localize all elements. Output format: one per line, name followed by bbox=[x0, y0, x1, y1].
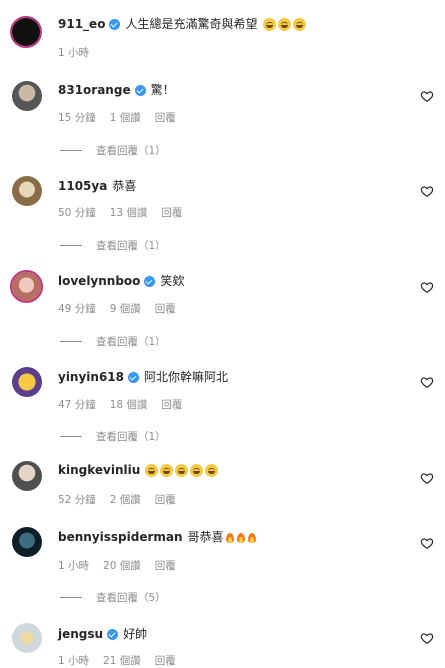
divider bbox=[60, 436, 82, 437]
comment-username[interactable]: 1105ya bbox=[58, 178, 107, 194]
avatar[interactable] bbox=[12, 81, 42, 111]
comment-text: 哥恭喜 bbox=[187, 530, 224, 544]
comment-text: 驚！ bbox=[150, 83, 175, 97]
grinning-sweat-emoji-icon bbox=[145, 463, 159, 477]
comment-emojis bbox=[145, 463, 220, 477]
comment-time: 49 分鐘 bbox=[58, 303, 96, 315]
reply-button[interactable]: 回覆 bbox=[161, 205, 182, 220]
verified-badge-icon bbox=[109, 18, 121, 30]
comment-time: 1 小時 bbox=[58, 560, 90, 572]
comment-likes[interactable]: 1 個讚 bbox=[110, 110, 141, 125]
fire-emoji-icon bbox=[236, 531, 246, 544]
comment-likes[interactable]: 18 個讚 bbox=[110, 397, 148, 412]
view-replies-button[interactable]: 查看回覆（1） bbox=[60, 238, 166, 253]
avatar[interactable] bbox=[12, 461, 42, 491]
caption-emojis bbox=[263, 17, 308, 31]
divider bbox=[60, 597, 82, 598]
comment-text: 好帥 bbox=[123, 627, 148, 641]
comment-username[interactable]: kingkevinliu bbox=[58, 462, 140, 478]
avatar[interactable] bbox=[12, 176, 42, 206]
fire-emoji-icon bbox=[225, 531, 235, 544]
grinning-sweat-emoji-icon bbox=[293, 17, 307, 31]
avatar[interactable] bbox=[12, 623, 42, 653]
comment-username[interactable]: lovelynnboo bbox=[58, 273, 140, 289]
comment-likes[interactable]: 9 個讚 bbox=[110, 301, 141, 316]
divider bbox=[60, 150, 82, 151]
avatar[interactable] bbox=[10, 270, 43, 303]
reply-button[interactable]: 回覆 bbox=[155, 492, 176, 507]
avatar[interactable] bbox=[12, 367, 42, 397]
heart-outline-icon[interactable] bbox=[420, 471, 434, 485]
heart-outline-icon[interactable] bbox=[420, 184, 434, 198]
comment-time: 47 分鐘 bbox=[58, 399, 96, 411]
comment-username[interactable]: bennyisspiderman bbox=[58, 529, 183, 545]
caption-avatar[interactable] bbox=[10, 16, 42, 48]
verified-badge-icon bbox=[107, 628, 119, 640]
heart-outline-icon[interactable] bbox=[420, 89, 434, 103]
verified-badge-icon bbox=[134, 84, 146, 96]
reply-button[interactable]: 回覆 bbox=[155, 558, 176, 573]
view-replies-label: 查看回覆（5） bbox=[96, 592, 166, 604]
view-replies-label: 查看回覆（1） bbox=[96, 240, 166, 252]
comment-likes[interactable]: 2 個讚 bbox=[110, 492, 141, 507]
comment-text: 笑欸 bbox=[160, 274, 185, 288]
reply-button[interactable]: 回覆 bbox=[155, 301, 176, 316]
view-replies-button[interactable]: 查看回覆（1） bbox=[60, 429, 166, 444]
reply-button[interactable]: 回覆 bbox=[161, 397, 182, 412]
divider bbox=[60, 341, 82, 342]
comment-text: 阿北你幹嘛阿北 bbox=[144, 370, 229, 384]
comment-time: 52 分鐘 bbox=[58, 494, 96, 506]
grinning-sweat-emoji-icon bbox=[175, 463, 189, 477]
view-replies-button[interactable]: 查看回覆（1） bbox=[60, 334, 166, 349]
comment-username[interactable]: 831orange bbox=[58, 82, 131, 98]
avatar[interactable] bbox=[12, 527, 42, 557]
caption-time: 1 小時 bbox=[58, 47, 90, 59]
comment-time: 50 分鐘 bbox=[58, 207, 96, 219]
comment-likes[interactable]: 20 個讚 bbox=[103, 558, 141, 573]
comment-likes[interactable]: 13 個讚 bbox=[110, 205, 148, 220]
comment-username[interactable]: yinyin618 bbox=[58, 369, 124, 385]
reply-button[interactable]: 回覆 bbox=[155, 653, 176, 668]
heart-outline-icon[interactable] bbox=[420, 536, 434, 550]
comment-text: 恭喜 bbox=[112, 179, 137, 193]
divider bbox=[60, 245, 82, 246]
view-replies-button[interactable]: 查看回覆（5） bbox=[60, 590, 166, 605]
grinning-sweat-emoji-icon bbox=[160, 463, 174, 477]
comment-time: 15 分鐘 bbox=[58, 112, 96, 124]
reply-button[interactable]: 回覆 bbox=[155, 110, 176, 125]
verified-badge-icon bbox=[144, 275, 156, 287]
fire-emoji-icon bbox=[247, 531, 257, 544]
grinning-sweat-emoji-icon bbox=[190, 463, 204, 477]
view-replies-button[interactable]: 查看回覆（1） bbox=[60, 143, 166, 158]
comment-likes[interactable]: 21 個讚 bbox=[103, 653, 141, 668]
comment-emojis bbox=[224, 531, 257, 544]
heart-outline-icon[interactable] bbox=[420, 375, 434, 389]
caption-text: 人生總是充滿驚奇與希望 bbox=[125, 17, 258, 31]
verified-badge-icon bbox=[128, 371, 140, 383]
grinning-sweat-emoji-icon bbox=[205, 463, 219, 477]
comment-time: 1 小時 bbox=[58, 655, 90, 667]
view-replies-label: 查看回覆（1） bbox=[96, 145, 166, 157]
view-replies-label: 查看回覆（1） bbox=[96, 336, 166, 348]
comment-username[interactable]: jengsu bbox=[58, 626, 103, 642]
heart-outline-icon[interactable] bbox=[420, 631, 434, 645]
view-replies-label: 查看回覆（1） bbox=[96, 431, 166, 443]
grinning-sweat-emoji-icon bbox=[263, 17, 277, 31]
grinning-sweat-emoji-icon bbox=[278, 17, 292, 31]
heart-outline-icon[interactable] bbox=[420, 280, 434, 294]
caption-username[interactable]: 911_eo bbox=[58, 16, 105, 32]
